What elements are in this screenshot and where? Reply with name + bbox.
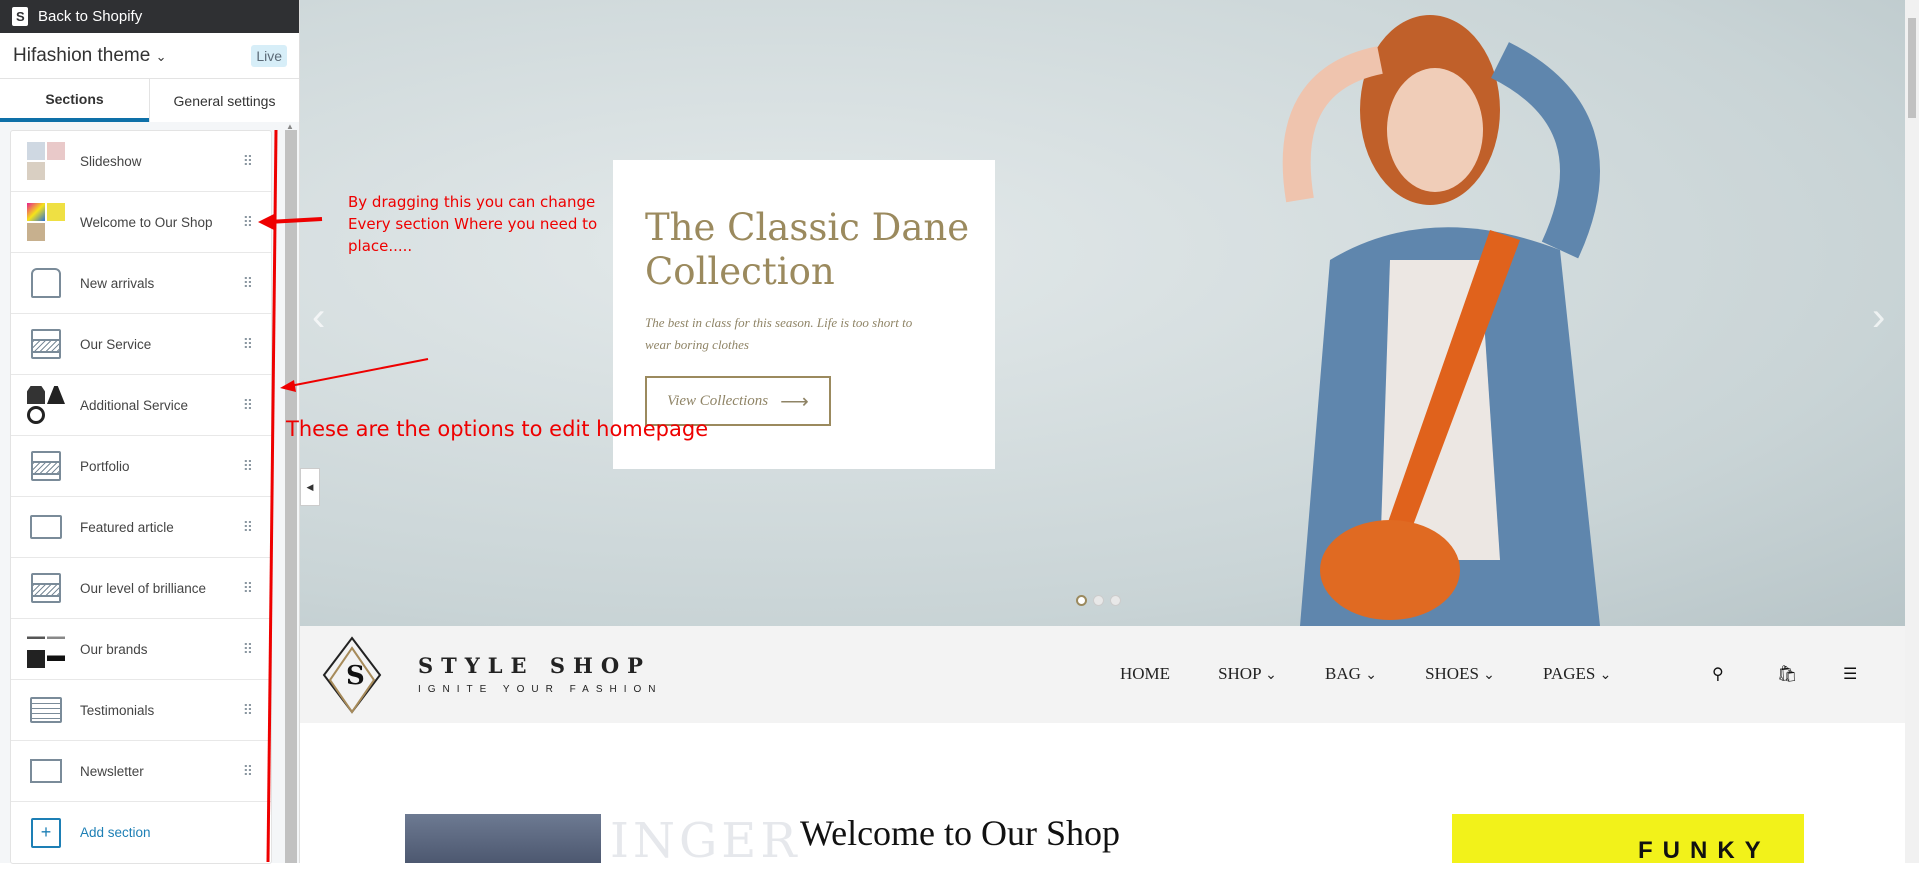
annotation-vertical-line [266,129,278,863]
annotation-line: By dragging this you can change [348,193,596,211]
annotation-line: Every section Where you need to [348,215,598,233]
options-annotation: These are the options to edit homepage [286,417,709,441]
annotation-line: place..... [348,237,413,255]
drag-annotation: By dragging this you can change Every se… [348,191,597,257]
annotation-arrowhead [280,380,296,392]
annotation-arrow-options [289,358,429,387]
annotation-arrowhead [258,214,274,230]
